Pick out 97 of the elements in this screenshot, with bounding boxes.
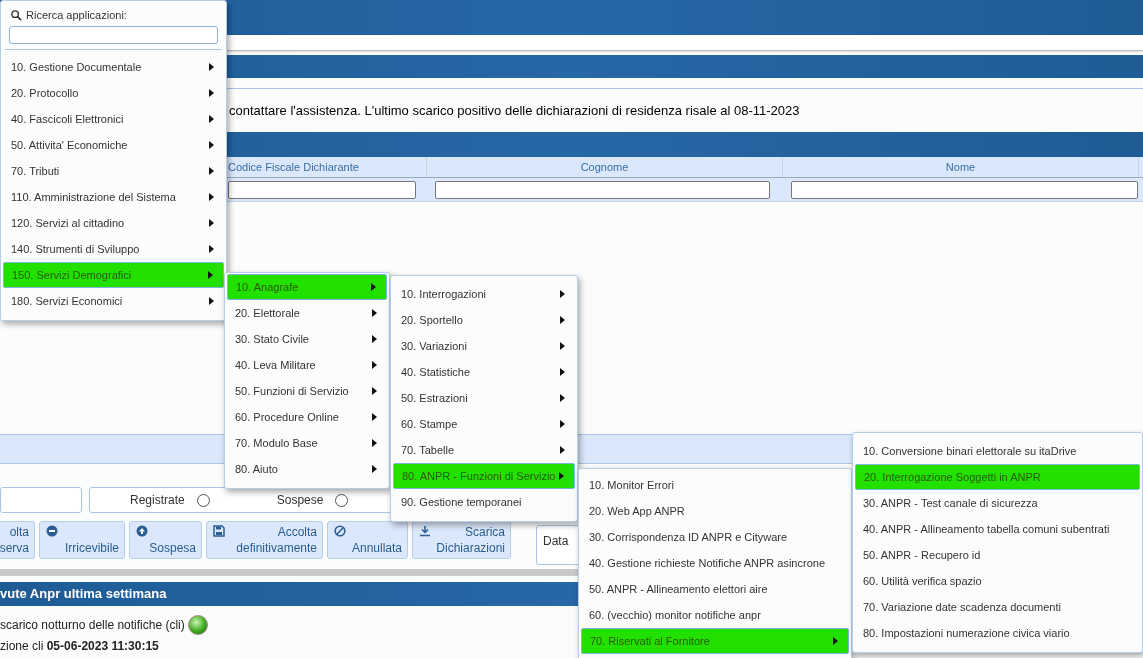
last-run-text: zione cli 05-06-2023 11:30:15 (0, 638, 159, 655)
menu-item[interactable]: 120. Servizi al cittadino (3, 210, 224, 236)
submenu-arrow-icon (372, 439, 377, 447)
section-title: vute Anpr ultima settimana (0, 585, 167, 604)
menu-item[interactable]: 40. Statistiche (393, 359, 575, 385)
action-button[interactable]: Accolta definitivamente (206, 521, 323, 559)
submenu-arrow-icon (372, 465, 377, 473)
menu-item[interactable]: 60. Stampe (393, 411, 575, 437)
menu-item[interactable]: 30. ANPR - Test canale di sicurezza (855, 490, 1140, 516)
action-button[interactable]: Sospesa (129, 521, 202, 559)
status-label: scarico notturno delle notifiche (cli) (0, 617, 185, 634)
search-field[interactable] (9, 26, 218, 44)
menu-item[interactable]: 80. Impostazioni numerazione civica viario (855, 620, 1140, 646)
submenu-arrow-icon (209, 193, 214, 201)
date-label: Data (543, 534, 569, 548)
column-header[interactable]: Cognome (426, 157, 782, 177)
menu-item[interactable]: 110. Amministrazione del Sistema (3, 184, 224, 210)
menu-item[interactable]: 50. ANPR - Recupero id (855, 542, 1140, 568)
menu-item[interactable]: 20. Sportello (393, 307, 575, 333)
menu-item[interactable]: 10. Monitor Errori (581, 472, 849, 498)
menu-item[interactable]: 40. Gestione richieste Notifiche ANPR asincrone (581, 550, 849, 576)
menu-item[interactable]: 20. Protocollo (3, 80, 224, 106)
action-button[interactable]: Scarica Dichiarazioni (412, 521, 511, 559)
submenu-arrow-icon (559, 472, 564, 480)
menu-item[interactable]: 140. Strumenti di Sviluppo (3, 236, 224, 262)
notice-text: contattare l'assistenza. L'ultimo scarico positivo delle dichiarazioni di residenza risale al 08-11-2023 (229, 101, 800, 120)
search-icon (11, 9, 22, 21)
forbidden-icon (334, 525, 346, 537)
menu-item[interactable]: 70. Modulo Base (227, 430, 387, 456)
submenu-arrow-icon (209, 167, 214, 175)
action-button[interactable]: Annullata (327, 521, 408, 559)
menu-item[interactable]: 20. Web App ANPR (581, 498, 849, 524)
radio-button[interactable] (196, 493, 210, 507)
menu-item[interactable]: 10. Conversione binari elettorale su itaDrive (855, 438, 1140, 464)
action-button[interactable]: Irricevibile (39, 521, 125, 559)
menu-item[interactable]: 20. Elettorale (227, 300, 387, 326)
radio-label: Registrate (130, 492, 185, 509)
filter-field[interactable] (791, 180, 1138, 199)
submenu-arrow-icon (560, 316, 565, 324)
menu-item[interactable]: 10. Interrogazioni (393, 281, 575, 307)
action-button[interactable]: olta serva (0, 521, 35, 559)
menu-item[interactable]: 70. Tabelle (393, 437, 575, 463)
menu-item[interactable]: 90. Gestione temporanei (393, 489, 575, 515)
submenu-arrow-icon (560, 446, 565, 454)
menu-item[interactable]: 40. Fascicoli Elettronici (3, 106, 224, 132)
download-icon (419, 525, 431, 537)
submenu-arrow-icon (208, 271, 213, 279)
submenu-arrow-icon (209, 219, 214, 227)
menu-item[interactable]: 20. Interrogazione Soggetti in ANPR (855, 464, 1140, 490)
submenu-arrow-icon (560, 420, 565, 428)
up-arrow-circle-icon (136, 525, 148, 537)
submenu-arrow-icon (372, 335, 377, 343)
menu-item[interactable]: 150. Servizi Demografici (3, 262, 224, 288)
submenu-arrow-icon (209, 245, 214, 253)
menu-item[interactable]: 80. Aiuto (227, 456, 387, 482)
menu-item[interactable]: 30. Stato Civile (227, 326, 387, 352)
search-label: Ricerca applicazioni: (26, 7, 127, 23)
menu-item[interactable]: 60. (vecchio) monitor notifiche anpr (581, 602, 849, 628)
submenu-arrow-icon (372, 361, 377, 369)
filter-field[interactable] (228, 180, 416, 199)
menu-item[interactable]: 70. Riservati al Fornitore (581, 628, 849, 654)
menu-item[interactable]: 80. ANPR - Funzioni di Servizio (393, 463, 575, 489)
menu-item[interactable]: 60. Utilità verifica spazio (855, 568, 1140, 594)
submenu-arrow-icon (209, 115, 214, 123)
submenu-arrow-icon (372, 387, 377, 395)
menu-item[interactable]: 50. Estrazioni (393, 385, 575, 411)
menu-item[interactable]: 60. Procedure Online (227, 404, 387, 430)
submenu-arrow-icon (560, 342, 565, 350)
menu-item[interactable]: 50. Funzioni di Servizio (227, 378, 387, 404)
minus-circle-icon (46, 525, 58, 537)
submenu-arrow-icon (371, 283, 376, 291)
menu-item[interactable]: 30. Corrispondenza ID ANPR e Cityware (581, 524, 849, 550)
column-header[interactable]: Nome (782, 157, 1138, 177)
input-field[interactable] (0, 487, 82, 513)
menu-item[interactable]: 70. Variazione date scadenza documenti (855, 594, 1140, 620)
radio-label: Sospese (276, 492, 324, 509)
submenu-arrow-icon (209, 297, 214, 305)
submenu-arrow-icon (209, 89, 214, 97)
submenu-arrow-icon (560, 368, 565, 376)
submenu-arrow-icon (372, 413, 377, 421)
menu-item[interactable]: 10. Gestione Documentale (3, 54, 224, 80)
submenu-arrow-icon (209, 141, 214, 149)
radio-button[interactable] (335, 493, 349, 507)
submenu-arrow-icon (833, 637, 838, 645)
submenu-arrow-icon (209, 63, 214, 71)
menu-item[interactable]: 50. Attivita' Economiche (3, 132, 224, 158)
submenu-arrow-icon (372, 309, 377, 317)
filter-field[interactable] (435, 180, 770, 199)
menu-item[interactable]: 30. Variazioni (393, 333, 575, 359)
menu-item[interactable]: 40. ANPR - Allineamento tabella comuni subentrati (855, 516, 1140, 542)
menu-item[interactable]: 70. Tributi (3, 158, 224, 184)
menu-item[interactable]: 10. Anagrafe (227, 274, 387, 300)
submenu-arrow-icon (560, 394, 565, 402)
menu-item[interactable]: 50. ANPR - Allineamento elettori aire (581, 576, 849, 602)
menu-item[interactable]: 180. Servizi Economici (3, 288, 224, 314)
menu-item[interactable]: 40. Leva Militare (227, 352, 387, 378)
submenu-arrow-icon (560, 290, 565, 298)
